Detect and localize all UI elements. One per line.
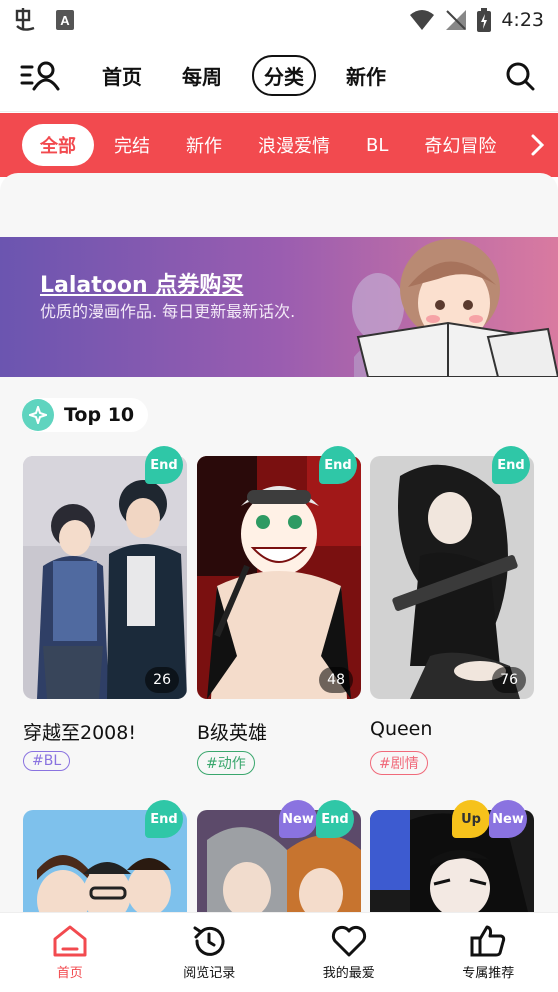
heart-icon (331, 925, 366, 957)
a-icon: A (56, 10, 74, 30)
thumbs-up-icon (470, 925, 506, 957)
comic-card[interactable]: End 48 B级英雄 #动作 (197, 446, 361, 776)
bottom-nav: 首页 阅览记录 我的最爱 专属推荐 (0, 912, 558, 992)
category-chip-all[interactable]: 全部 (22, 124, 94, 166)
bottom-nav-label: 我的最爱 (322, 966, 375, 981)
comic-tag[interactable]: #BL (23, 751, 71, 771)
tab-new[interactable]: 新作 (336, 57, 396, 94)
app-notification-icon (15, 8, 35, 31)
comic-cover[interactable] (370, 456, 534, 699)
comic-title[interactable]: B级英雄 (197, 718, 267, 745)
banner-title[interactable]: Lalatoon 点券购买 (40, 267, 243, 299)
bottom-nav-label: 首页 (56, 966, 83, 981)
category-chip-completed[interactable]: 完结 (114, 132, 150, 158)
bottom-nav-favorites[interactable]: 我的最爱 (279, 913, 419, 992)
category-chip-bl[interactable]: BL (366, 135, 388, 156)
battery-charging-icon (477, 8, 492, 32)
bottom-nav-label: 专属推荐 (462, 966, 515, 981)
bottom-nav-history[interactable]: 阅览记录 (140, 913, 280, 992)
comic-cover[interactable] (23, 456, 187, 699)
top10-label: Top 10 (64, 404, 135, 426)
wifi-icon (410, 10, 435, 30)
user-menu-icon[interactable] (20, 56, 64, 96)
tab-category[interactable]: 分类 (252, 55, 316, 96)
banner-illustration (352, 239, 558, 377)
comic-title[interactable]: 穿越至2008! (23, 718, 136, 745)
badge-end: End (145, 446, 183, 484)
bottom-nav-home[interactable]: 首页 (0, 913, 140, 992)
badge-end: End (319, 446, 357, 484)
badge-up: Up (452, 800, 490, 838)
history-icon (193, 926, 225, 956)
badge-new: New (279, 800, 317, 838)
bottom-nav-recommend[interactable]: 专属推荐 (419, 913, 558, 992)
category-chip-fantasy[interactable]: 奇幻冒险 (424, 132, 496, 158)
comic-title[interactable]: Queen (370, 718, 432, 740)
top10-header: Top 10 (22, 398, 149, 432)
episode-count: 76 (492, 667, 526, 693)
no-signal-icon (446, 10, 467, 30)
status-time: 4:23 (501, 9, 544, 31)
comic-cover[interactable] (197, 456, 361, 699)
chevron-right-icon[interactable] (530, 133, 546, 157)
comic-card[interactable]: End 76 Queen #剧情 (370, 446, 534, 776)
badge-end: End (316, 800, 354, 838)
comic-tag[interactable]: #剧情 (370, 751, 428, 775)
top-nav: 首页 每周 分类 新作 (0, 40, 558, 112)
episode-count: 48 (319, 667, 353, 693)
comic-card[interactable]: End 26 穿越至2008! #BL (23, 446, 187, 776)
comic-tag[interactable]: #动作 (197, 751, 255, 775)
tab-weekly[interactable]: 每周 (172, 57, 232, 94)
category-chip-new[interactable]: 新作 (186, 132, 222, 158)
sparkle-icon (22, 399, 54, 431)
tab-home[interactable]: 首页 (92, 57, 152, 94)
episode-count: 26 (145, 667, 179, 693)
promo-banner[interactable]: Lalatoon 点券购买 优质的漫画作品. 每日更新最新话次. (0, 237, 558, 377)
category-bar: 全部 完结 新作 浪漫爱情 BL 奇幻冒险 (0, 113, 558, 177)
category-chip-romance[interactable]: 浪漫爱情 (258, 132, 330, 158)
status-bar: A 4:23 (0, 0, 558, 40)
bottom-nav-label: 阅览记录 (183, 966, 236, 981)
badge-end: End (492, 446, 530, 484)
search-icon[interactable] (502, 58, 538, 94)
nav-tabs: 首页 每周 分类 新作 (92, 55, 396, 96)
badge-end: End (145, 800, 183, 838)
svg-text:A: A (60, 13, 70, 28)
home-icon (53, 925, 87, 957)
banner-subtitle: 优质的漫画作品. 每日更新最新话次. (40, 302, 296, 321)
badge-new: New (489, 800, 527, 838)
